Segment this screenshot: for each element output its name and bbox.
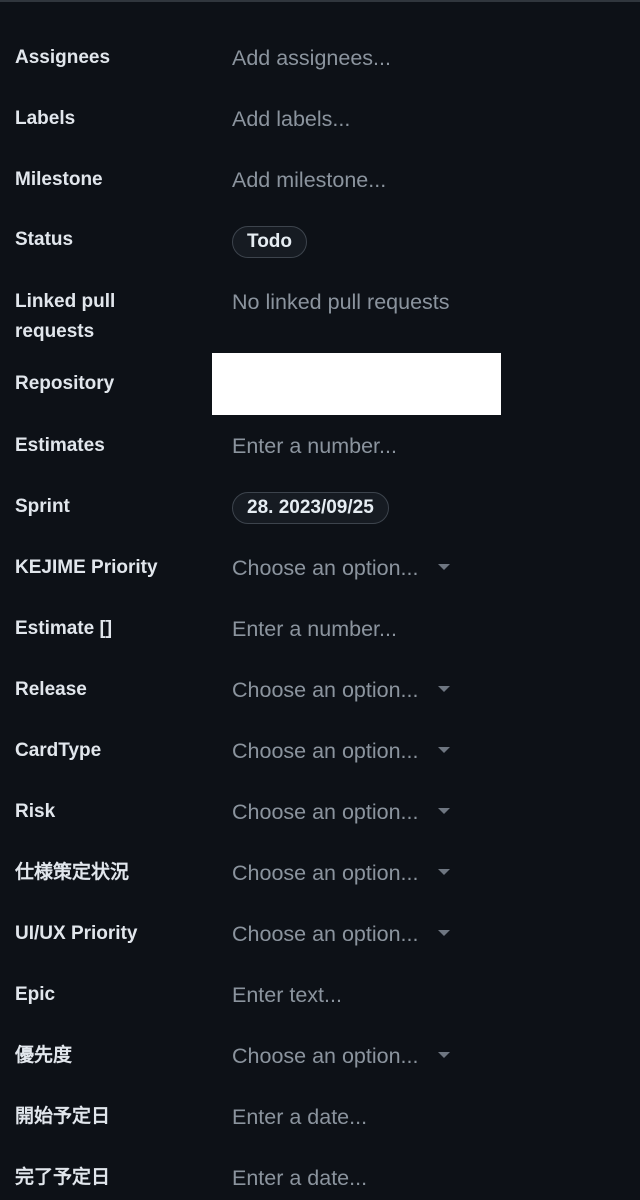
- field-label-status: Status: [15, 229, 74, 250]
- caret-down-icon: [438, 747, 451, 754]
- caret-down-icon: [438, 564, 451, 571]
- epic-input[interactable]: Enter text...: [232, 980, 342, 1010]
- field-label-sprint: Sprint: [15, 496, 70, 517]
- sprint-chip[interactable]: 28. 2023/09/25: [232, 492, 389, 524]
- caret-down-icon: [438, 930, 451, 937]
- estimates-input[interactable]: Enter a number...: [232, 431, 397, 461]
- repository-redacted-block: [212, 353, 501, 415]
- linked-prs-value: No linked pull requests: [232, 290, 450, 314]
- field-label-estimates: Estimates: [15, 435, 105, 456]
- field-label-estimate-brackets: Estimate []: [15, 618, 113, 639]
- field-label-start-date: 開始予定日: [15, 1106, 111, 1127]
- priority-jp-placeholder: Choose an option...: [232, 1044, 419, 1068]
- estimate-brackets-input[interactable]: Enter a number...: [232, 614, 397, 644]
- field-label-assignees: Assignees: [15, 47, 111, 68]
- caret-down-icon: [438, 686, 451, 693]
- caret-down-icon: [438, 1052, 451, 1059]
- cardtype-placeholder: Choose an option...: [232, 739, 419, 763]
- start-date-input[interactable]: Enter a date...: [232, 1102, 367, 1132]
- risk-placeholder: Choose an option...: [232, 800, 419, 824]
- field-label-kejime-priority: KEJIME Priority: [15, 557, 158, 578]
- field-label-linked-prs-line2: requests: [15, 321, 95, 342]
- spec-status-select[interactable]: Choose an option...: [232, 858, 451, 888]
- field-label-labels: Labels: [15, 108, 76, 129]
- field-label-milestone: Milestone: [15, 169, 103, 190]
- release-select[interactable]: Choose an option...: [232, 675, 451, 705]
- field-label-release: Release: [15, 679, 87, 700]
- issue-fields-panel: Assignees Add assignees... Labels Add la…: [0, 0, 640, 1200]
- risk-select[interactable]: Choose an option...: [232, 797, 451, 827]
- field-label-end-date: 完了予定日: [15, 1167, 111, 1188]
- field-label-risk: Risk: [15, 801, 56, 822]
- caret-down-icon: [438, 808, 451, 815]
- field-label-spec-status: 仕様策定状況: [15, 862, 130, 883]
- field-label-cardtype: CardType: [15, 740, 102, 761]
- labels-picker[interactable]: Add labels...: [232, 104, 350, 134]
- uiux-priority-placeholder: Choose an option...: [232, 922, 419, 946]
- field-label-priority-jp: 優先度: [15, 1045, 73, 1066]
- uiux-priority-select[interactable]: Choose an option...: [232, 919, 451, 949]
- field-label-epic: Epic: [15, 984, 56, 1005]
- end-date-input[interactable]: Enter a date...: [232, 1163, 367, 1193]
- milestone-picker[interactable]: Add milestone...: [232, 165, 386, 195]
- release-placeholder: Choose an option...: [232, 678, 419, 702]
- status-chip[interactable]: Todo: [232, 226, 308, 258]
- spec-status-placeholder: Choose an option...: [232, 861, 419, 885]
- caret-down-icon: [438, 869, 451, 876]
- kejime-priority-select[interactable]: Choose an option...: [232, 553, 451, 583]
- field-label-linked-prs-line1: Linked pull: [15, 291, 116, 312]
- field-label-uiux-priority: UI/UX Priority: [15, 923, 138, 944]
- assignees-picker[interactable]: Add assignees...: [232, 43, 391, 73]
- kejime-priority-placeholder: Choose an option...: [232, 556, 419, 580]
- cardtype-select[interactable]: Choose an option...: [232, 736, 451, 766]
- field-label-linked-prs: Linked pull requests: [15, 287, 195, 347]
- field-label-repository: Repository: [15, 373, 115, 394]
- priority-jp-select[interactable]: Choose an option...: [232, 1041, 451, 1071]
